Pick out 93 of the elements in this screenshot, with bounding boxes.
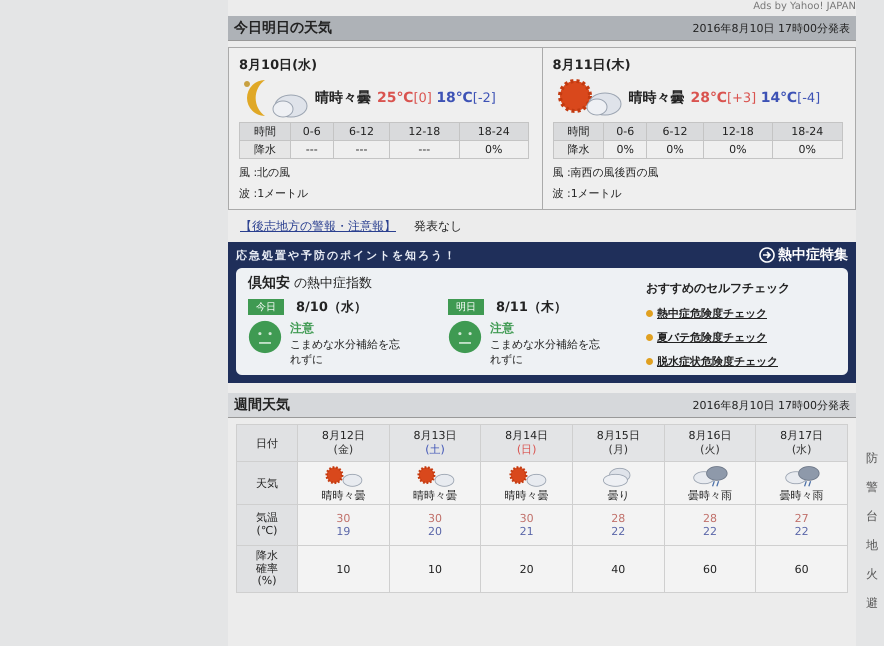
forecast-date: 8月10日(水): [239, 57, 318, 74]
table-cell: 0%: [604, 140, 647, 158]
weather-text: 晴時々曇: [315, 89, 371, 107]
weather-text: 晴時々曇: [412, 488, 458, 502]
low-temperature: 22: [610, 525, 626, 538]
low-temperature: 22: [794, 525, 810, 538]
row-header: 日付: [236, 424, 298, 462]
index-title: の熱中症指数: [294, 276, 372, 291]
table-cell: ---: [390, 140, 460, 158]
banner-tagline: 応急処置や予防のポイントを知ろう！: [236, 248, 457, 262]
table-cell: ---: [333, 140, 390, 158]
high-temperature: 30: [426, 512, 443, 525]
heat-date: 8/11（木）: [496, 299, 567, 316]
place-name: 倶知安: [248, 275, 290, 291]
table-cell: 0%: [459, 140, 528, 158]
rain-chance: 10: [389, 546, 481, 592]
high-temperature: 28: [702, 512, 718, 525]
row-header: 降水確率(%): [255, 550, 279, 588]
high-temperature: 30: [518, 512, 535, 525]
feature-link[interactable]: 熱中症特集: [759, 246, 848, 264]
table-header: 降水: [553, 140, 604, 158]
date-cell: 8月12日 (金): [298, 424, 390, 462]
date-cell: 8月15日 (月): [572, 424, 664, 462]
low-temperature: 19: [335, 525, 352, 538]
temperature-reading: 25℃[0] 18℃[-2]: [377, 90, 496, 106]
weather-text: 晴時々曇: [504, 488, 550, 502]
issued-time: 2016年8月10日 17時00分発表: [692, 398, 850, 412]
advice-text: こまめな水分補給を忘れずに: [490, 337, 601, 367]
weather-text: 晴時々曇: [628, 89, 684, 107]
wind-text: 風 :南西の風後西の風: [552, 165, 660, 180]
self-check-link[interactable]: 脱水症状危険度チェック: [657, 354, 778, 369]
temperature-reading: 28℃[+3] 14℃[-4]: [690, 90, 820, 106]
low-temperature: 21: [518, 525, 535, 538]
date-cell: 8月17日 (水): [756, 424, 848, 462]
table-header: 時間: [553, 122, 604, 140]
date-cell: 8月13日 (土): [389, 424, 481, 462]
table-header: 0-6: [604, 122, 647, 140]
rain-chance: 60: [756, 546, 848, 592]
day-badge: 今日: [248, 299, 284, 315]
table-cell: 0%: [646, 140, 704, 158]
table-header: 0-6: [290, 122, 334, 140]
sidebar-item[interactable]: 防: [866, 450, 884, 467]
high-temperature: 27: [794, 512, 810, 525]
date-cell: 8月14日 (日): [480, 424, 572, 462]
table-header: 降水: [240, 140, 290, 158]
table-header: 時間: [240, 122, 290, 140]
heat-date: 8/10（水）: [296, 299, 367, 316]
rain-chance: 60: [664, 546, 756, 592]
table-header: 12-18: [390, 122, 460, 140]
wave-text: 波 :1メートル: [239, 186, 310, 201]
self-check-link[interactable]: 熱中症危険度チェック: [657, 306, 767, 321]
self-check-title: おすすめのセルフチェック: [646, 280, 791, 297]
advice-text: こまめな水分補給を忘れずに: [290, 337, 401, 367]
section-title: 今日明日の天気: [234, 19, 332, 37]
row-header: 天気: [236, 462, 298, 504]
sidebar-item[interactable]: 避: [866, 595, 884, 612]
heat-level: 注意: [290, 320, 315, 337]
rain-chance: 20: [480, 546, 572, 592]
section-title: 週間天気: [234, 396, 290, 414]
sidebar-item[interactable]: 火: [866, 566, 884, 583]
table-cell: ---: [290, 140, 334, 158]
low-temperature: 22: [702, 525, 718, 538]
table-header: 18-24: [772, 122, 842, 140]
table-header: 6-12: [333, 122, 390, 140]
ads-label: Ads by Yahoo! JAPAN: [752, 0, 856, 14]
weather-text: 晴時々曇: [320, 488, 366, 502]
table-cell: 0%: [703, 140, 773, 158]
rain-chance: 10: [298, 546, 390, 592]
weather-text: 曇時々雨: [778, 488, 825, 502]
table-header: 6-12: [646, 122, 704, 140]
row-header: 気温(℃): [255, 512, 279, 538]
weather-text: 曇り: [606, 488, 630, 502]
high-temperature: 30: [335, 512, 352, 525]
forecast-date: 8月11日(木): [552, 57, 632, 74]
warning-status: 発表なし: [414, 218, 462, 235]
low-temperature: 20: [426, 525, 443, 538]
heat-level: 注意: [490, 320, 515, 337]
sidebar-item[interactable]: 台: [866, 508, 884, 525]
self-check-link[interactable]: 夏バテ危険度チェック: [657, 330, 767, 345]
wind-text: 風 :北の風: [239, 165, 292, 180]
date-cell: 8月16日 (火): [664, 424, 756, 462]
table-cell: 0%: [772, 140, 842, 158]
day-badge: 明日: [448, 299, 484, 315]
weather-text: 曇時々雨: [686, 488, 733, 502]
wave-text: 波 :1メートル: [552, 186, 623, 201]
high-temperature: 28: [610, 512, 626, 525]
sidebar-item[interactable]: 警: [866, 479, 884, 496]
issued-time: 2016年8月10日 17時00分発表: [692, 20, 850, 36]
table-header: 18-24: [459, 122, 528, 140]
rain-chance: 40: [572, 546, 664, 592]
table-header: 12-18: [703, 122, 773, 140]
warning-link[interactable]: 【後志地方の警報・注意報】: [240, 218, 396, 235]
sidebar-item[interactable]: 地: [866, 537, 884, 554]
